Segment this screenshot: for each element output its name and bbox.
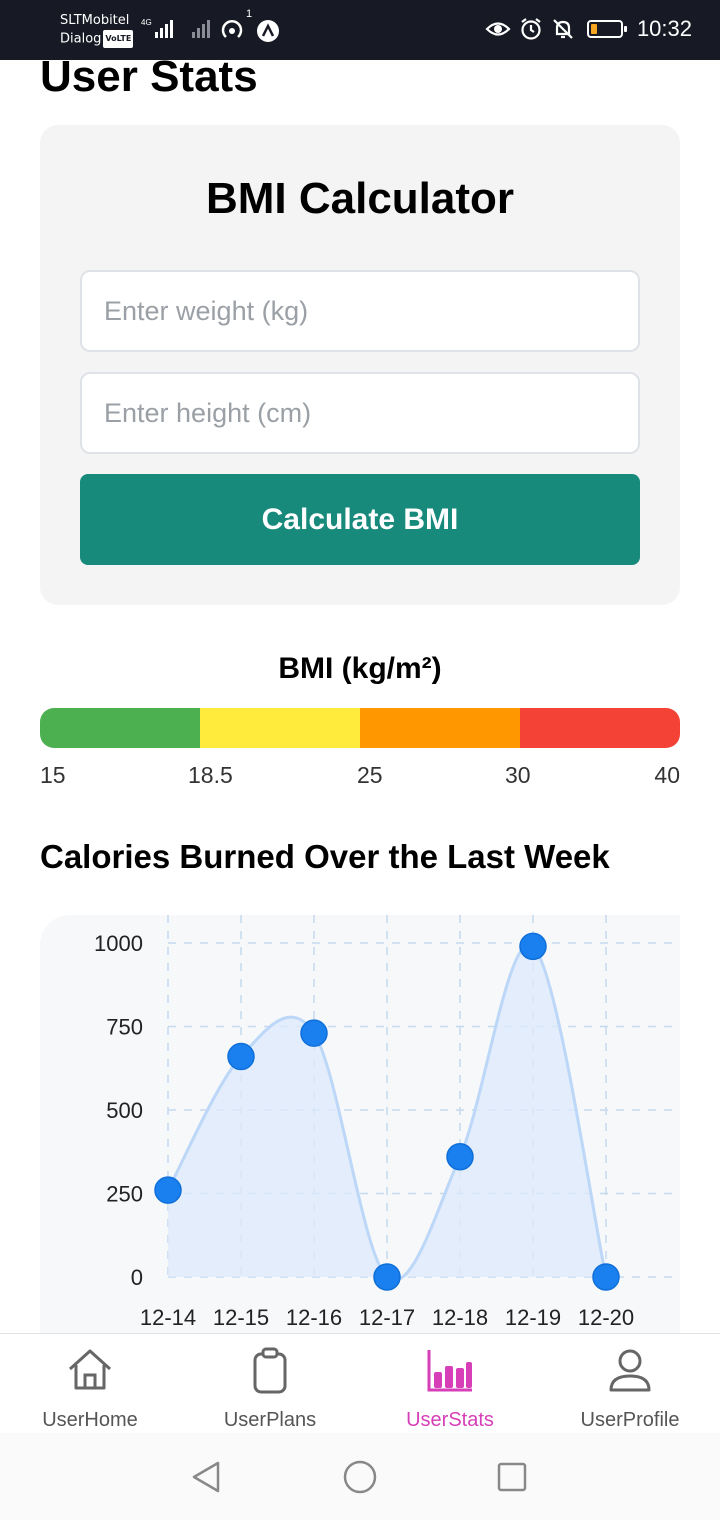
nav-label: UserStats [406, 1409, 494, 1431]
clock: 10:32 [636, 16, 692, 41]
bmi-tick: 40 [654, 762, 680, 788]
x-tick-label: 12-14 [140, 1305, 196, 1330]
alarm-icon [521, 18, 541, 40]
weight-input[interactable]: Enter weight (kg) [80, 270, 640, 352]
carrier-2: Dialog [60, 31, 102, 47]
bmi-scale-ticks: 15 18.5 25 30 40 [40, 762, 680, 792]
signal-2-icon [192, 18, 210, 38]
data-point [300, 1019, 328, 1047]
nav-item-userplans[interactable]: UserPlans [180, 1334, 360, 1433]
back-icon[interactable] [188, 1459, 224, 1495]
data-point [446, 1143, 474, 1171]
app-notification-icon [257, 20, 279, 42]
nav-label: UserHome [42, 1409, 138, 1431]
bmi-scale-obese [520, 708, 680, 748]
x-tick-label: 12-19 [505, 1305, 561, 1330]
home-icon [68, 1349, 112, 1390]
volte-badge: VoLTE [103, 30, 134, 48]
carrier-info: SLTMobitel Dialog VoLTE [60, 12, 134, 49]
hotspot-icon [221, 20, 243, 38]
eye-icon [485, 22, 511, 36]
user-icon [609, 1349, 651, 1392]
bar-chart-icon [427, 1350, 472, 1392]
bmi-calculator-title: BMI Calculator [205, 174, 515, 223]
data-point [154, 1176, 182, 1204]
bmi-tick: 18.5 [188, 762, 233, 788]
carrier-1: SLTMobitel [60, 13, 130, 28]
y-tick-label: 1000 [94, 931, 143, 956]
network-type: 4G [141, 18, 152, 27]
chart-title: Calories Burned Over the Last Week [40, 838, 610, 875]
home-circle-icon[interactable] [342, 1459, 378, 1495]
battery-icon [586, 20, 627, 38]
y-tick-label: 250 [106, 1182, 143, 1207]
calculate-bmi-button[interactable]: Calculate BMI [80, 474, 640, 565]
bmi-scale-overweight [360, 708, 520, 748]
system-nav-bar [0, 1433, 720, 1520]
x-tick-label: 12-18 [432, 1305, 488, 1330]
bmi-scale-normal [200, 708, 360, 748]
bmi-tick: 30 [505, 762, 531, 788]
bottom-nav: UserHome UserPlans UserStats UserProfile [0, 1333, 720, 1433]
notification-count: 1 [246, 8, 253, 20]
data-point [373, 1263, 401, 1291]
data-point [519, 932, 547, 961]
y-tick-label: 750 [106, 1015, 143, 1040]
nav-label: UserPlans [223, 1409, 317, 1431]
x-tick-label: 12-15 [213, 1305, 269, 1330]
bmi-tick: 25 [357, 762, 383, 788]
nav-item-userprofile[interactable]: UserProfile [540, 1334, 720, 1433]
height-input[interactable]: Enter height (cm) [80, 372, 640, 454]
page-title: User Stats [40, 52, 258, 101]
status-icons: 10:32 [485, 16, 692, 42]
bmi-tick: 15 [40, 762, 66, 788]
nav-item-userhome[interactable]: UserHome [0, 1334, 180, 1433]
bmi-scale-title: BMI (kg/m²) [278, 652, 442, 685]
y-tick-label: 500 [106, 1098, 143, 1123]
x-tick-label: 12-20 [578, 1305, 634, 1330]
clipboard-icon [253, 1347, 287, 1394]
bmi-scale-bar [40, 708, 680, 748]
data-point [592, 1263, 620, 1291]
x-tick-label: 12-17 [359, 1305, 415, 1330]
nav-label: UserProfile [580, 1409, 680, 1431]
bmi-scale-underweight [40, 708, 200, 748]
data-point [227, 1042, 255, 1071]
status-bar: SLTMobitel Dialog VoLTE 4G 1 10:32 [0, 0, 720, 60]
signal-icon [155, 18, 173, 38]
nav-item-userstats[interactable]: UserStats [360, 1334, 540, 1433]
recents-icon[interactable] [494, 1459, 530, 1495]
y-tick-label: 0 [131, 1265, 143, 1290]
calories-chart: 0 250 500 750 1000 12-14 12-15 12-16 12-17 12-18 1… [94, 915, 680, 1330]
bell-off-icon [553, 19, 573, 39]
x-tick-label: 12-16 [286, 1305, 342, 1330]
